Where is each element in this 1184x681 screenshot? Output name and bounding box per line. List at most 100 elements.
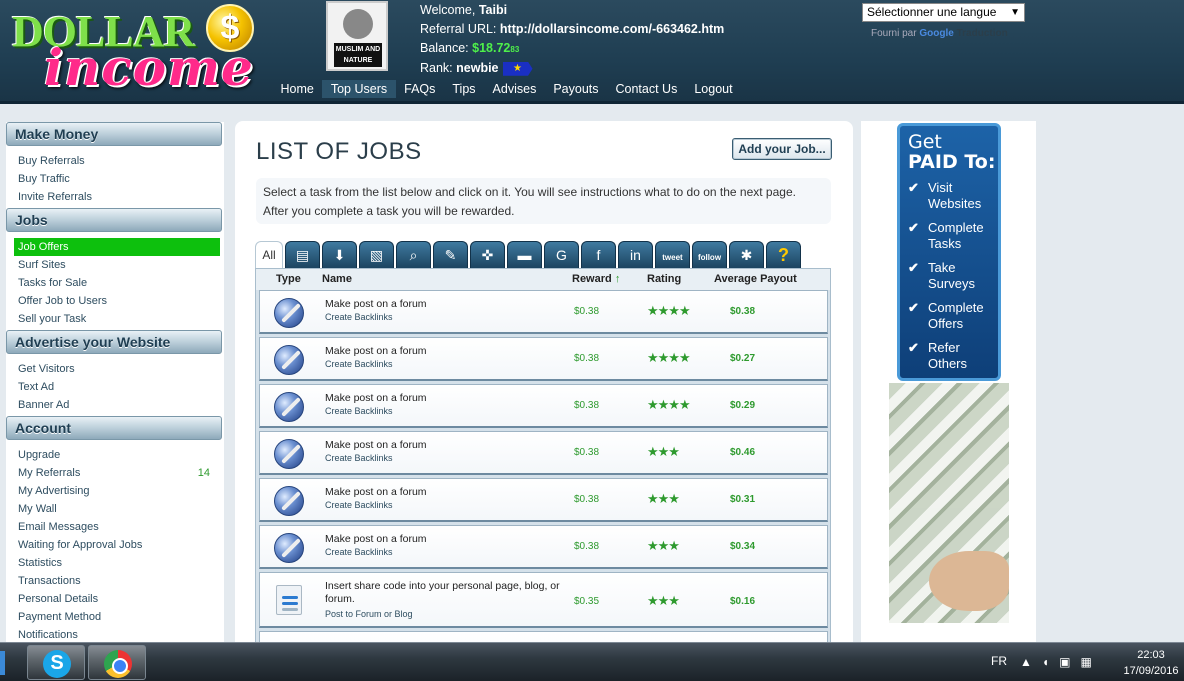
- tab-money-icon[interactable]: ▬: [507, 241, 542, 268]
- table-row[interactable]: Make post on a forum Create Backlinks $0…: [259, 478, 828, 522]
- tab-tools-icon[interactable]: ✱: [729, 241, 764, 268]
- sidebar-item-get-visitors[interactable]: Get Visitors: [6, 360, 224, 378]
- sidebar-item-invite-referrals[interactable]: Invite Referrals: [6, 188, 224, 206]
- sidebar-item-waiting-approval[interactable]: Waiting for Approval Jobs: [6, 536, 224, 554]
- table-row[interactable]: Make post on a forum Create Backlinks $0…: [259, 525, 828, 569]
- volume-icon[interactable]: ◖: [1042, 655, 1049, 669]
- sidebar-item-tasks-for-sale[interactable]: Tasks for Sale: [6, 274, 224, 292]
- ad-list: ✔ Visit Websites ✔ Complete Tasks ✔ Take Su…: [900, 172, 998, 372]
- ad-item-label: Complete Tasks: [928, 220, 984, 251]
- tab-pen-icon[interactable]: ✎: [433, 241, 468, 268]
- job-reward: $0.38: [574, 353, 600, 364]
- tab-linkedin-icon[interactable]: in: [618, 241, 653, 268]
- tab-download-icon[interactable]: ⬇: [322, 241, 357, 268]
- sidebar-item-offer-job[interactable]: Offer Job to Users: [6, 292, 224, 310]
- tab-follow-icon[interactable]: follow: [692, 241, 727, 268]
- column-type[interactable]: Type: [256, 269, 322, 290]
- input-language[interactable]: FR: [991, 654, 1007, 668]
- add-job-button[interactable]: Add your Job...: [732, 138, 832, 160]
- column-rating[interactable]: Rating: [647, 269, 714, 290]
- tab-google-plus-icon[interactable]: G: [544, 241, 579, 268]
- tab-all[interactable]: All: [255, 241, 283, 268]
- table-row[interactable]: Make post on a forum Create Backlinks $0…: [259, 384, 828, 428]
- nav-top-users[interactable]: Top Users: [322, 80, 396, 98]
- ad-item: ✔ Visit Websites: [908, 180, 998, 212]
- nav-logout[interactable]: Logout: [686, 80, 741, 98]
- column-reward[interactable]: Reward ↑: [572, 269, 647, 290]
- powered-by-google: Fourni par Google Traduction: [871, 27, 1008, 41]
- nav-contact-us[interactable]: Contact Us: [607, 80, 686, 98]
- job-rating-stars: ★★★★: [647, 397, 691, 412]
- get-paid-banner[interactable]: Get PAID To: ✔ Visit Websites ✔ Complete Ta…: [897, 123, 1001, 381]
- clock-time: 22:03: [1137, 649, 1165, 661]
- sidebar-item-transactions[interactable]: Transactions: [6, 572, 224, 590]
- device-icon[interactable]: ▣: [1059, 655, 1070, 669]
- ad-item: ✔ Take Surveys: [908, 260, 998, 292]
- start-button-edge[interactable]: [0, 651, 5, 675]
- taskbar-chrome[interactable]: [88, 645, 146, 680]
- ad-item-label: Refer Others: [928, 340, 968, 371]
- backlink-globe-icon: [274, 392, 304, 422]
- site-logo[interactable]: DOLLAR $ income: [8, 2, 263, 98]
- sidebar-item-surf-sites[interactable]: Surf Sites: [6, 256, 224, 274]
- sidebar-item-payment-method[interactable]: Payment Method: [6, 608, 224, 626]
- clock[interactable]: 22:03 17/09/2016: [1118, 647, 1184, 679]
- hand-image: [929, 551, 1009, 611]
- table-row[interactable]: Insert share code into your personal pag…: [259, 572, 828, 628]
- referral-url[interactable]: http://dollarsincome.com/-663462.htm: [500, 22, 724, 36]
- tab-question-icon[interactable]: ?: [766, 241, 801, 268]
- nav-advises[interactable]: Advises: [484, 80, 545, 98]
- column-reward-label: Reward: [572, 273, 612, 285]
- sidebar-item-text-ad[interactable]: Text Ad: [6, 378, 224, 396]
- backlink-globe-icon: [274, 298, 304, 328]
- page-title: LIST OF JOBS: [256, 138, 422, 165]
- ad-banner[interactable]: Get PAID To: ✔ Visit Websites ✔ Complete Ta…: [861, 121, 1036, 643]
- column-average-payout[interactable]: Average Payout: [714, 269, 824, 290]
- sidebar-item-statistics[interactable]: Statistics: [6, 554, 224, 572]
- nav-home[interactable]: Home: [272, 80, 322, 98]
- sidebar-item-sell-task[interactable]: Sell your Task: [6, 310, 224, 328]
- tab-browser-icon[interactable]: ▤: [285, 241, 320, 268]
- job-title: Insert share code into your personal pag…: [325, 580, 560, 605]
- taskbar-skype[interactable]: S: [27, 645, 85, 680]
- tab-tweet-icon[interactable]: tweet: [655, 241, 690, 268]
- sidebar-item-personal-details[interactable]: Personal Details: [6, 590, 224, 608]
- tab-follow-label: follow: [697, 253, 722, 262]
- show-hidden-icons-icon[interactable]: ▲: [1020, 655, 1032, 669]
- translation-link[interactable]: Traduction: [957, 28, 1008, 39]
- sidebar-item-job-offers[interactable]: Job Offers: [14, 238, 220, 256]
- sidebar-item-my-advertising[interactable]: My Advertising: [6, 482, 224, 500]
- avatar[interactable]: MUSLIM AND NATURE: [326, 1, 388, 71]
- main-nav: Home Top Users FAQs Tips Advises Payouts…: [272, 80, 741, 98]
- table-row[interactable]: Make post on a forum Create Backlinks $0…: [259, 337, 828, 381]
- sidebar-item-buy-referrals[interactable]: Buy Referrals: [6, 152, 224, 170]
- sidebar-item-email-messages[interactable]: Email Messages: [6, 518, 224, 536]
- sidebar-item-buy-traffic[interactable]: Buy Traffic: [6, 170, 224, 188]
- network-icon[interactable]: ▦: [1080, 655, 1091, 669]
- sidebar-item-my-wall[interactable]: My Wall: [6, 500, 224, 518]
- jobs-panel: LIST OF JOBS Add your Job... Select a ta…: [235, 121, 853, 661]
- avatar-person-icon: [343, 9, 373, 39]
- table-row[interactable]: Make post on a forum Create Backlinks $0…: [259, 290, 828, 334]
- balance-label: Balance:: [420, 41, 469, 55]
- nav-faqs[interactable]: FAQs: [396, 80, 444, 98]
- table-header: Type Name Reward ↑ Rating Average Payout: [256, 269, 830, 290]
- job-rating-stars: ★★★: [647, 491, 680, 506]
- sidebar-item-upgrade[interactable]: Upgrade: [6, 446, 224, 464]
- share-document-icon: [276, 585, 302, 615]
- sidebar-item-banner-ad[interactable]: Banner Ad: [6, 396, 224, 414]
- tab-gamepad-icon[interactable]: ✜: [470, 241, 505, 268]
- sidebar-item-my-referrals[interactable]: My Referrals 14: [6, 464, 224, 482]
- tab-document-icon[interactable]: ▧: [359, 241, 394, 268]
- tab-search-icon[interactable]: ⌕: [396, 241, 431, 268]
- language-select[interactable]: Sélectionner une langue ▼: [862, 3, 1025, 22]
- nav-tips[interactable]: Tips: [444, 80, 484, 98]
- column-name[interactable]: Name: [322, 269, 572, 290]
- job-reward: $0.38: [574, 494, 600, 505]
- job-category: Create Backlinks: [325, 547, 393, 557]
- tab-facebook-icon[interactable]: f: [581, 241, 616, 268]
- backlink-globe-icon: [274, 486, 304, 516]
- sidebar-item-notifications[interactable]: Notifications: [6, 626, 224, 642]
- table-row[interactable]: Make post on a forum Create Backlinks $0…: [259, 431, 828, 475]
- nav-payouts[interactable]: Payouts: [545, 80, 607, 98]
